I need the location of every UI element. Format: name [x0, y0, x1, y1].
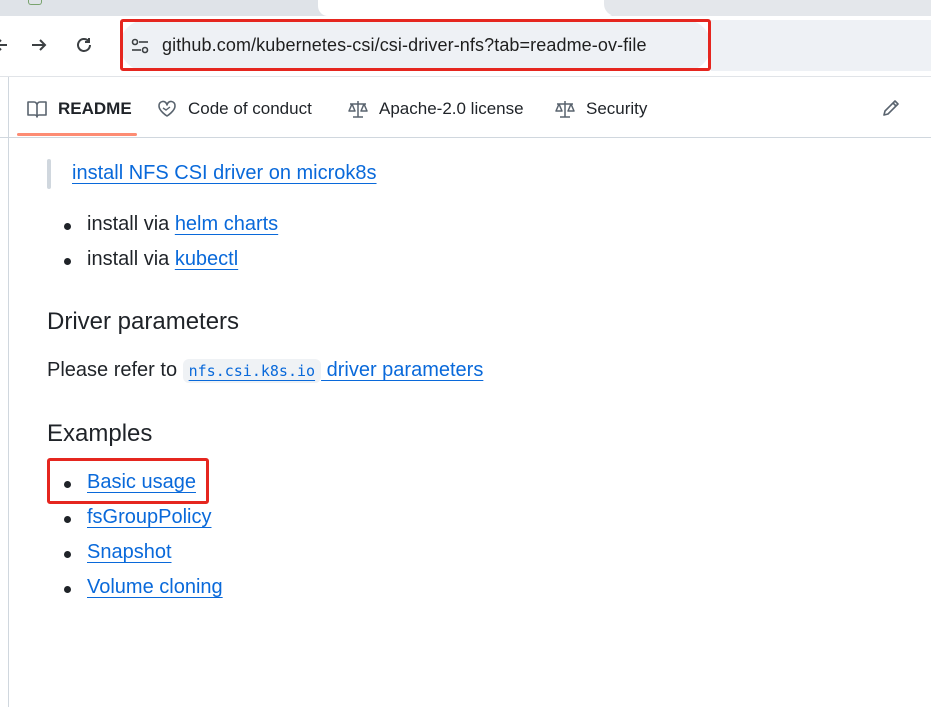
basic-usage-link[interactable]: Basic usage: [87, 471, 196, 494]
page-border: [8, 138, 9, 630]
snapshot-link[interactable]: Snapshot: [87, 541, 172, 564]
back-icon[interactable]: [0, 30, 16, 60]
bullet: [64, 481, 71, 488]
tab-license-label: Apache-2.0 license: [379, 99, 524, 118]
bullet: [64, 551, 71, 558]
pencil-icon[interactable]: [880, 97, 904, 121]
volume-cloning-link[interactable]: Volume cloning: [87, 576, 223, 599]
browser-tab-active[interactable]: [318, 0, 618, 16]
browser-tab-strip: [0, 0, 931, 16]
fsgrouppolicy-link[interactable]: fsGroupPolicy: [87, 506, 212, 529]
tab-license[interactable]: Apache-2.0 license: [347, 97, 524, 121]
active-tab-underline: [17, 133, 137, 136]
site-info-icon[interactable]: [129, 35, 151, 57]
url-text[interactable]: github.com/kubernetes-csi/csi-driver-nfs…: [162, 35, 647, 56]
bullet: [64, 586, 71, 593]
driver-params-code-link[interactable]: nfs.csi.k8s.io: [182, 359, 322, 383]
tab-favicon: [28, 0, 42, 5]
tab-code-of-conduct[interactable]: Code of conduct: [156, 97, 312, 121]
kubectl-link[interactable]: kubectl: [175, 248, 238, 270]
reload-icon[interactable]: [69, 30, 99, 60]
install-prefix: install via: [87, 248, 175, 270]
driver-params-link[interactable]: driver parameters: [321, 359, 484, 381]
driver-params-paragraph: Please refer to nfs.csi.k8s.io driver pa…: [47, 359, 484, 383]
helm-charts-link[interactable]: helm charts: [175, 213, 278, 235]
examples-heading: Examples: [47, 420, 153, 447]
blockquote-bar: [47, 159, 51, 189]
forward-icon[interactable]: [24, 30, 54, 60]
tab-readme-label: README: [58, 99, 132, 118]
bullet: [64, 516, 71, 523]
omnibox-extension: [711, 20, 931, 71]
driver-parameters-heading: Driver parameters: [47, 308, 240, 335]
driver-params-prefix: Please refer to: [47, 359, 183, 381]
scale-icon: [554, 98, 576, 120]
microk8s-install-link[interactable]: install NFS CSI driver on microk8s: [72, 162, 377, 185]
tab-readme[interactable]: README: [26, 97, 132, 121]
address-bar[interactable]: github.com/kubernetes-csi/csi-driver-nfs…: [120, 20, 711, 71]
book-icon: [26, 98, 48, 120]
heart-handshake-icon: [156, 98, 178, 120]
tab-security[interactable]: Security: [554, 97, 647, 121]
bullet: [64, 258, 71, 265]
scale-icon: [347, 98, 369, 120]
tab-security-label: Security: [586, 99, 648, 118]
install-prefix: install via: [87, 213, 175, 235]
browser-toolbar: github.com/kubernetes-csi/csi-driver-nfs…: [0, 16, 931, 76]
readme-content: install NFS CSI driver on microk8s insta…: [0, 138, 931, 630]
readme-nav: README Code of conduct Apache-2.0 licens…: [0, 76, 931, 707]
bullet: [64, 223, 71, 230]
tab-code-of-conduct-label: Code of conduct: [188, 99, 312, 118]
browser-tab-strip-right: [604, 0, 931, 16]
